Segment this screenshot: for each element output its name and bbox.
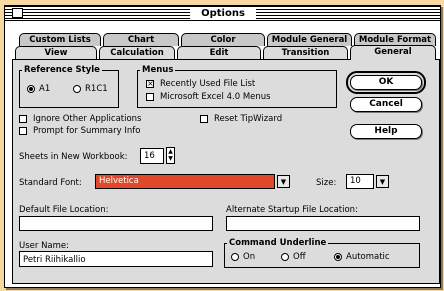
tab-view[interactable]: View [15, 46, 97, 59]
reset-tipwizard-checkbox[interactable] [200, 115, 208, 123]
standard-font-select[interactable]: Helvetica [95, 174, 275, 189]
excel4-menus-checkbox[interactable] [146, 93, 154, 101]
tab-edit[interactable]: Edit [177, 46, 261, 59]
default-location-input[interactable] [19, 216, 213, 231]
user-name-input[interactable]: Petri Riihikallio [19, 251, 213, 267]
help-button[interactable]: Help [350, 124, 422, 139]
size-dropdown-arrow-icon[interactable]: ▼ [376, 175, 389, 188]
prompt-summary-label: Prompt for Summary Info [33, 126, 141, 136]
underline-on-radio[interactable] [231, 253, 239, 261]
menus-group [137, 70, 337, 108]
menus-title: Menus [140, 65, 176, 75]
tab-transition[interactable]: Transition [263, 46, 348, 59]
tab-calculation[interactable]: Calculation [99, 46, 175, 59]
underline-automatic-radio[interactable] [334, 253, 342, 261]
r1c1-radio[interactable] [73, 85, 81, 93]
tab-module-general[interactable]: Module General [267, 33, 352, 46]
sheets-label: Sheets in New Workbook: [19, 152, 128, 162]
default-location-label: Default File Location: [19, 205, 109, 215]
window-title: Options [190, 7, 256, 20]
underline-on-label: On [243, 252, 256, 262]
prompt-summary-checkbox[interactable] [19, 127, 27, 135]
excel4-menus-label: Microsoft Excel 4.0 Menus [160, 92, 271, 102]
command-underline-title: Command Underline [227, 238, 329, 248]
tab-general[interactable]: General [350, 45, 436, 60]
sheets-input[interactable]: 16 [140, 148, 164, 164]
font-size-select[interactable]: 10 [346, 174, 374, 189]
underline-automatic-label: Automatic [346, 252, 390, 262]
cancel-button[interactable]: Cancel [350, 97, 422, 112]
a1-radio[interactable] [27, 85, 35, 93]
recent-files-label: Recently Used File List [160, 79, 256, 89]
font-dropdown-arrow-icon[interactable]: ▼ [277, 175, 290, 188]
recent-files-checkbox[interactable]: × [146, 80, 154, 88]
underline-off-radio[interactable] [281, 253, 289, 261]
underline-off-label: Off [293, 252, 306, 262]
standard-font-label: Standard Font: [19, 178, 82, 188]
close-box[interactable] [12, 8, 23, 18]
sheets-stepper[interactable]: ▲ ▼ [166, 147, 175, 164]
ignore-apps-checkbox[interactable] [19, 115, 27, 123]
tab-color[interactable]: Color [181, 33, 265, 46]
user-name-label: User Name: [19, 241, 70, 251]
tab-custom-lists[interactable]: Custom Lists [19, 33, 101, 46]
ok-button[interactable]: OK [346, 71, 426, 94]
r1c1-label: R1C1 [85, 84, 108, 94]
ignore-apps-label: Ignore Other Applications [33, 114, 142, 124]
reset-tipwizard-label: Reset TipWizard [214, 114, 283, 124]
alt-location-label: Alternate Startup File Location: [226, 205, 358, 215]
size-label: Size: [316, 178, 337, 188]
a1-label: A1 [39, 84, 51, 94]
tab-chart[interactable]: Chart [103, 33, 179, 46]
reference-style-title: Reference Style [22, 65, 102, 75]
alt-location-input[interactable] [226, 216, 420, 231]
